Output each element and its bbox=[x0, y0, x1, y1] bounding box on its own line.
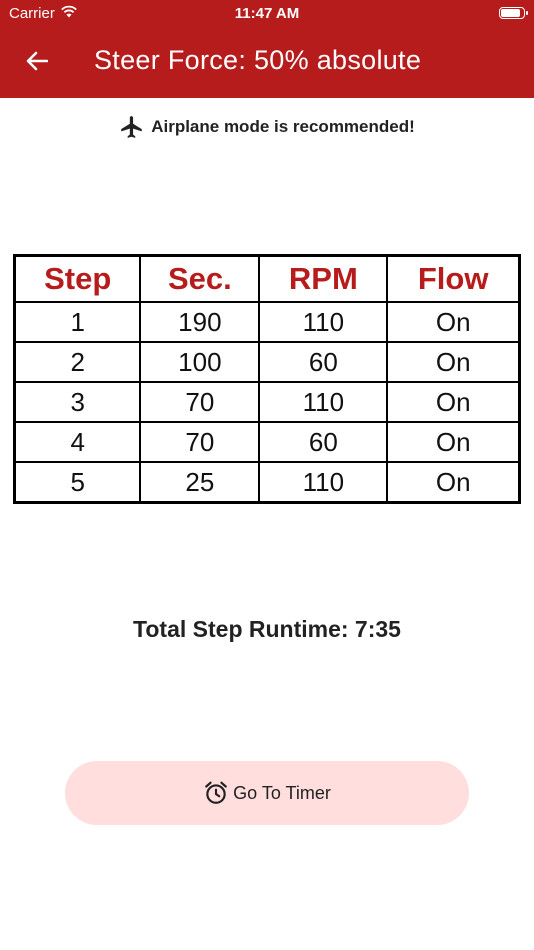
airplane-icon bbox=[119, 114, 145, 140]
cell-sec: 190 bbox=[139, 301, 261, 343]
cell-flow: On bbox=[386, 341, 521, 383]
app-bar: Carrier 11:47 AM Steer Force: 50% absolu… bbox=[0, 0, 534, 98]
table-row: 1 190 110 On bbox=[13, 301, 521, 343]
alarm-clock-icon bbox=[203, 780, 229, 806]
cell-flow: On bbox=[386, 301, 521, 343]
battery-icon bbox=[499, 7, 528, 19]
page-title: Steer Force: 50% absolute bbox=[94, 45, 422, 75]
cell-flow: On bbox=[386, 461, 521, 504]
arrow-left-icon bbox=[26, 51, 49, 76]
cell-rpm: 110 bbox=[258, 461, 389, 504]
status-bar: Carrier 11:47 AM bbox=[0, 0, 534, 28]
column-header-step: Step bbox=[13, 254, 142, 303]
cell-rpm: 110 bbox=[258, 301, 389, 343]
table-row: 3 70 110 On bbox=[13, 381, 521, 423]
cell-sec: 100 bbox=[139, 341, 261, 383]
status-time: 11:47 AM bbox=[234, 5, 300, 22]
table-row: 2 100 60 On bbox=[13, 341, 521, 383]
cell-rpm: 110 bbox=[258, 381, 389, 423]
go-to-timer-button[interactable]: Go To Timer bbox=[65, 761, 469, 825]
cell-step: 3 bbox=[13, 381, 142, 423]
cell-step: 2 bbox=[13, 341, 142, 383]
cell-sec: 70 bbox=[139, 381, 261, 423]
table-row: 4 70 60 On bbox=[13, 421, 521, 463]
airplane-mode-notice: Airplane mode is recommended! bbox=[0, 114, 534, 140]
total-runtime: Total Step Runtime: 7:35 bbox=[133, 616, 401, 642]
cell-flow: On bbox=[386, 421, 521, 463]
back-button[interactable] bbox=[20, 46, 54, 80]
column-header-flow: Flow bbox=[386, 254, 521, 303]
column-header-sec: Sec. bbox=[139, 254, 261, 303]
cell-sec: 70 bbox=[139, 421, 261, 463]
table-row: 5 25 110 On bbox=[13, 461, 521, 504]
cell-step: 5 bbox=[13, 461, 142, 504]
go-to-timer-label: Go To Timer bbox=[233, 782, 331, 803]
cell-step: 4 bbox=[13, 421, 142, 463]
cell-step: 1 bbox=[13, 301, 142, 343]
cell-rpm: 60 bbox=[258, 421, 389, 463]
cell-flow: On bbox=[386, 381, 521, 423]
column-header-rpm: RPM bbox=[258, 254, 389, 303]
cell-rpm: 60 bbox=[258, 341, 389, 383]
cell-sec: 25 bbox=[139, 461, 261, 504]
table-header-row: Step Sec. RPM Flow bbox=[13, 254, 521, 303]
notice-text: Airplane mode is recommended! bbox=[151, 117, 415, 136]
steps-table: Step Sec. RPM Flow 1 190 110 On 2 100 60… bbox=[13, 254, 521, 504]
